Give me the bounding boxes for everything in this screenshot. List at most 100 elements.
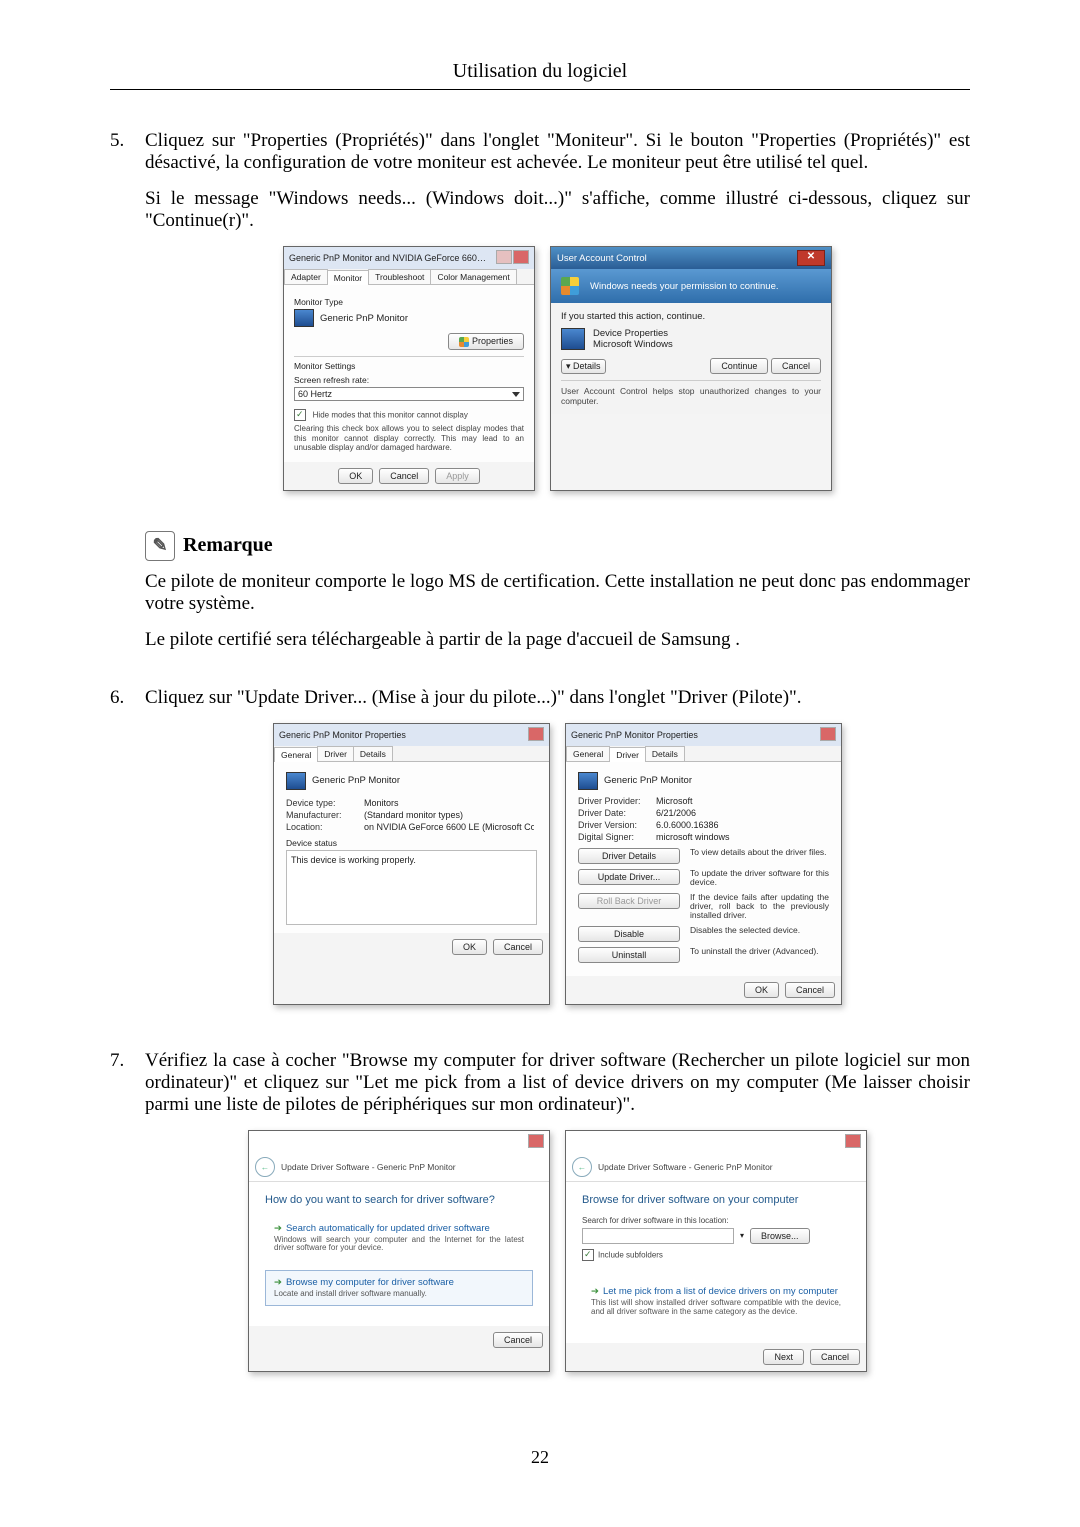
cancel-button[interactable]: Cancel xyxy=(785,982,835,998)
wizard-question: How do you want to search for driver sof… xyxy=(265,1194,533,1206)
tabs: Adapter Monitor Troubleshoot Color Manag… xyxy=(284,269,534,285)
tab-details[interactable]: Details xyxy=(645,746,685,761)
tab-monitor[interactable]: Monitor xyxy=(327,270,369,285)
path-input[interactable] xyxy=(582,1228,734,1244)
cancel-button[interactable]: Cancel xyxy=(810,1349,860,1365)
driver-details-button[interactable]: Driver Details xyxy=(578,848,680,864)
back-icon[interactable]: ← xyxy=(255,1157,275,1177)
remarque-text-2: Le pilote certifié sera téléchargeable à… xyxy=(145,629,970,651)
option-search-auto[interactable]: ➔Search automatically for updated driver… xyxy=(265,1216,533,1261)
remarque-text-1: Ce pilote de moniteur comporte le logo M… xyxy=(145,571,970,615)
tab-details[interactable]: Details xyxy=(353,746,393,761)
update-driver-wizard-1: ← Update Driver Software - Generic PnP M… xyxy=(248,1130,550,1373)
monitor-props-driver-dialog: Generic PnP Monitor Properties General D… xyxy=(565,723,842,1005)
step6-text: Cliquez sur "Update Driver... (Mise à jo… xyxy=(145,687,970,709)
arrow-icon: ➔ xyxy=(274,1277,282,1288)
step-6: 6. Cliquez sur "Update Driver... (Mise à… xyxy=(110,687,970,1030)
monitor-icon xyxy=(294,309,314,327)
arrow-icon: ➔ xyxy=(274,1223,282,1234)
step5-text-1: Cliquez sur "Properties (Propriétés)" da… xyxy=(145,130,970,174)
step-number: 5. xyxy=(110,130,145,667)
rollback-driver-button: Roll Back Driver xyxy=(578,893,680,909)
uninstall-button[interactable]: Uninstall xyxy=(578,947,680,963)
close-icon[interactable] xyxy=(528,1134,544,1148)
step-number: 7. xyxy=(110,1050,145,1398)
monitor-icon xyxy=(286,772,306,790)
close-icon[interactable] xyxy=(513,250,529,264)
window-buttons xyxy=(495,250,529,266)
uac-headline: Windows needs your permission to continu… xyxy=(590,281,779,292)
tab-troubleshoot[interactable]: Troubleshoot xyxy=(368,269,431,284)
tab-general[interactable]: General xyxy=(274,747,318,762)
remarque-heading: Remarque xyxy=(183,534,273,557)
device-status-label: Device status xyxy=(286,838,537,848)
shield-icon xyxy=(459,337,469,347)
back-icon[interactable]: ← xyxy=(572,1157,592,1177)
chevron-down-icon xyxy=(512,392,520,397)
device-name: Generic PnP Monitor xyxy=(312,775,400,786)
step5-text-2: Si le message "Windows needs... (Windows… xyxy=(145,188,970,232)
dlg3-title: Generic PnP Monitor Properties xyxy=(279,730,406,740)
uac-publisher: Microsoft Windows xyxy=(593,339,673,350)
ok-button[interactable]: OK xyxy=(744,982,779,998)
option-browse-computer[interactable]: ➔Browse my computer for driver software … xyxy=(265,1270,533,1306)
close-icon[interactable]: ✕ xyxy=(797,250,825,266)
close-icon[interactable] xyxy=(820,727,836,741)
cancel-button[interactable]: Cancel xyxy=(771,358,821,374)
tab-color-management[interactable]: Color Management xyxy=(430,269,516,284)
uac-if-started: If you started this action, continue. xyxy=(561,311,821,322)
hide-modes-desc: Clearing this check box allows you to se… xyxy=(294,424,524,452)
cancel-button[interactable]: Cancel xyxy=(493,1332,543,1348)
monitor-type-label: Monitor Type xyxy=(294,297,524,307)
uac-footer: User Account Control helps stop unauthor… xyxy=(561,380,821,406)
monitor-properties-dialog: Generic PnP Monitor and NVIDIA GeForce 6… xyxy=(283,246,535,491)
program-icon xyxy=(561,328,585,350)
device-name: Generic PnP Monitor xyxy=(604,775,692,786)
step7-text: Vérifiez la case à cocher "Browse my com… xyxy=(145,1050,970,1116)
next-button[interactable]: Next xyxy=(763,1349,804,1365)
ok-button[interactable]: OK xyxy=(338,468,373,484)
monitor-properties-button[interactable]: Properties xyxy=(448,333,524,350)
update-driver-wizard-2: ← Update Driver Software - Generic PnP M… xyxy=(565,1130,867,1373)
include-subfolders-checkbox[interactable] xyxy=(582,1249,594,1261)
step-7: 7. Vérifiez la case à cocher "Browse my … xyxy=(110,1050,970,1398)
details-expander[interactable]: ▾ Details xyxy=(561,359,606,374)
wizard-heading: Browse for driver software on your compu… xyxy=(582,1194,850,1206)
tab-general[interactable]: General xyxy=(566,746,610,761)
dlg4-title: Generic PnP Monitor Properties xyxy=(571,730,698,740)
refresh-rate-select[interactable]: 60 Hertz xyxy=(294,387,524,401)
update-driver-button[interactable]: Update Driver... xyxy=(578,869,680,885)
hide-modes-checkbox[interactable] xyxy=(294,409,306,421)
wizard-breadcrumb: Update Driver Software - Generic PnP Mon… xyxy=(281,1162,456,1172)
device-status-box: This device is working properly. xyxy=(286,850,537,925)
tab-driver[interactable]: Driver xyxy=(609,747,646,762)
tab-adapter[interactable]: Adapter xyxy=(284,269,328,284)
header-rule xyxy=(110,89,970,90)
page-number: 22 xyxy=(110,1447,970,1468)
arrow-icon: ➔ xyxy=(591,1286,599,1297)
dlg1-title: Generic PnP Monitor and NVIDIA GeForce 6… xyxy=(289,253,489,263)
cancel-button[interactable]: Cancel xyxy=(379,468,429,484)
browse-button[interactable]: Browse... xyxy=(750,1228,810,1244)
uac-program-name: Device Properties xyxy=(593,328,673,339)
close-icon[interactable] xyxy=(528,727,544,741)
ok-button[interactable]: OK xyxy=(452,939,487,955)
step-5: 5. Cliquez sur "Properties (Propriétés)"… xyxy=(110,130,970,667)
search-location-label: Search for driver software in this locat… xyxy=(582,1216,850,1225)
option-let-me-pick[interactable]: ➔Let me pick from a list of device drive… xyxy=(582,1279,850,1324)
note-icon: ✎ xyxy=(145,531,175,561)
apply-button: Apply xyxy=(435,468,480,484)
wizard-breadcrumb: Update Driver Software - Generic PnP Mon… xyxy=(598,1162,773,1172)
disable-button[interactable]: Disable xyxy=(578,926,680,942)
page-header: Utilisation du logiciel xyxy=(110,60,970,83)
monitor-props-general-dialog: Generic PnP Monitor Properties General D… xyxy=(273,723,550,1005)
monitor-name: Generic PnP Monitor xyxy=(320,313,408,324)
cancel-button[interactable]: Cancel xyxy=(493,939,543,955)
continue-button[interactable]: Continue xyxy=(710,358,768,374)
close-icon[interactable] xyxy=(845,1134,861,1148)
hide-modes-label: Hide modes that this monitor cannot disp… xyxy=(313,411,468,420)
refresh-rate-label: Screen refresh rate: xyxy=(294,375,524,385)
shield-icon xyxy=(561,277,579,295)
tab-driver[interactable]: Driver xyxy=(317,746,354,761)
uac-title-text: User Account Control xyxy=(557,253,647,264)
